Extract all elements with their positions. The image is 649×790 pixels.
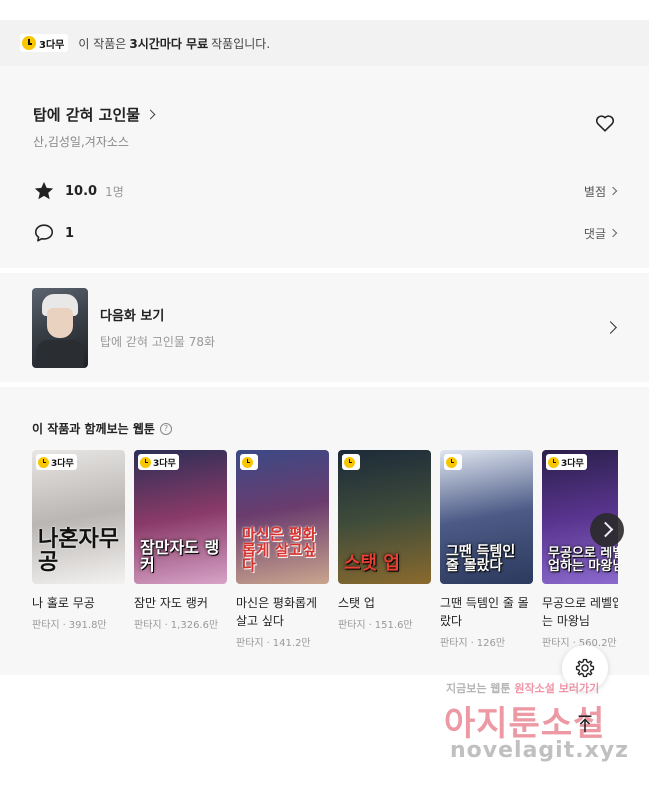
chevron-right-icon — [608, 186, 618, 196]
recommend-card[interactable]: 마신은 평화롭게 살고싶다 마신은 평화롭게 살고 싶다 판타지 · 141.2만 — [236, 450, 329, 649]
next-episode-label: 다음화 보기 — [100, 309, 165, 324]
recommend-title-text: 이 작품과 함께보는 웹툰 — [32, 422, 155, 436]
cover-logo-text: 스탯 업 — [344, 553, 400, 575]
recommend-cover: 3다무 잠만자도 랭커 — [134, 450, 227, 584]
settings-button[interactable] — [562, 645, 608, 691]
comment-link[interactable]: 댓글 — [583, 225, 618, 242]
clock-icon — [446, 456, 457, 468]
cover-logo-text: 잠만자도 랭커 — [140, 538, 220, 575]
star-icon — [34, 181, 54, 200]
recommend-card-meta: 판타지 · 391.8만 — [32, 620, 107, 631]
clock-icon — [344, 456, 355, 468]
clock-icon — [38, 456, 49, 468]
work-authors: 산,김성일,겨자소스 — [33, 135, 129, 149]
recommend-card[interactable]: 3다무 나혼자무공 나 홀로 무공 판타지 · 391.8만 — [32, 450, 125, 631]
carousel-next-button[interactable] — [590, 513, 624, 547]
recommend-carousel: 3다무 나혼자무공 나 홀로 무공 판타지 · 391.8만 3다무 잠만자도 랭커… — [32, 450, 618, 670]
recommend-cover: 마신은 평화롭게 살고싶다 — [236, 450, 329, 584]
cover-logo-text: 무공으로 레벨업하는 마왕님 — [548, 545, 618, 575]
clock-icon — [242, 456, 253, 468]
recommend-cover: 그땐 득템인 줄 몰랐다 — [440, 450, 533, 584]
recommend-card-title: 나 홀로 무공 — [32, 596, 95, 610]
chevron-right-icon — [145, 109, 156, 120]
heart-icon[interactable] — [594, 112, 616, 134]
wait-free-badge — [240, 454, 258, 470]
help-icon[interactable]: ? — [159, 422, 172, 435]
recommend-card-title: 마신은 평화롭게 살고 싶다 — [236, 596, 318, 628]
recommend-section: 이 작품과 함께보는 웹툰 ? 3다무 나혼자무공 나 홀로 무공 판타지 · 39… — [0, 387, 649, 675]
next-episode-row[interactable]: 다음화 보기 탑에 갇혀 고인물 78화 — [0, 273, 649, 382]
recommend-cover: 스탯 업 — [338, 450, 431, 584]
rating-count: 1명 — [105, 184, 124, 199]
notice-text-after: 작품입니다. — [211, 36, 271, 51]
rating-link[interactable]: 별점 — [583, 183, 618, 200]
notice-text-before: 이 작품은 — [78, 36, 127, 51]
recommend-card-meta: 판타지 · 151.6만 — [338, 620, 413, 631]
recommend-card-title: 그땐 득템인 줄 몰랐다 — [440, 596, 529, 628]
next-episode-subtitle: 탑에 갇혀 고인물 78화 — [100, 335, 216, 349]
work-title: 탑에 갇혀 고인물 — [33, 106, 141, 124]
recommend-title: 이 작품과 함께보는 웹툰 ? — [32, 420, 649, 437]
wait-free-badge — [444, 454, 462, 470]
rating-row: 10.0 1명 별점 — [33, 180, 618, 202]
recommend-card[interactable]: 3다무 무공으로 레벨업하는 마왕님 무공으로 레벨업하는 마왕님 판타지·56… — [542, 450, 618, 649]
wait-free-badge: 3다무 — [546, 454, 587, 470]
arrow-up-icon — [578, 715, 592, 733]
cover-logo-text: 마신은 평화롭게 살고싶다 — [242, 524, 317, 575]
wait-free-badge: 3다무 — [20, 34, 69, 52]
clock-icon — [140, 456, 151, 468]
recommend-card-title: 잠만 자도 랭커 — [134, 596, 208, 610]
recommend-card[interactable]: 스탯 업 스탯 업 판타지 · 151.6만 — [338, 450, 431, 631]
notice-text-bold: 3시간마다 무료 — [129, 36, 209, 51]
site-watermark: 지금보는 웹툰 원작소설 보러가기 아지툰소설 novelagit.xyz — [440, 680, 640, 780]
recommend-card-title: 스탯 업 — [338, 596, 375, 610]
rating-link-label: 별점 — [583, 184, 606, 199]
comment-link-label: 댓글 — [583, 226, 606, 241]
recommend-card-meta: 판타지 · 1,326.6만 — [134, 620, 219, 631]
top-spacer — [0, 0, 649, 20]
comment-count: 1 — [65, 225, 75, 241]
comment-row: 1 댓글 — [33, 222, 618, 244]
clock-icon — [22, 36, 36, 50]
recommend-card[interactable]: 그땐 득템인 줄 몰랐다 그땐 득템인 줄 몰랐다 판타지 · 126만 — [440, 450, 533, 649]
scroll-top-button[interactable] — [565, 704, 605, 744]
wait-free-badge: 3다무 — [138, 454, 179, 470]
wait-free-badge-label: 3다무 — [39, 39, 65, 51]
recommend-card-title: 무공으로 레벨업하는 마왕님 — [542, 596, 618, 628]
work-info-panel: 탑에 갇혀 고인물 산,김성일,겨자소스 10.0 1명 별점 1 댓글 — [0, 66, 649, 268]
wait-free-badge — [342, 454, 360, 470]
gear-icon — [575, 658, 595, 678]
clock-icon — [548, 456, 559, 468]
recommend-card[interactable]: 3다무 잠만자도 랭커 잠만 자도 랭커 판타지 · 1,326.6만 — [134, 450, 227, 631]
wait-free-badge: 3다무 — [36, 454, 77, 470]
recommend-card-meta: 판타지 · 141.2만 — [236, 638, 311, 649]
next-episode-thumbnail — [32, 287, 88, 368]
chevron-right-icon — [604, 321, 617, 334]
cover-logo-text: 나혼자무공 — [38, 526, 119, 575]
recommend-card-meta: 판타지 · 126만 — [440, 638, 506, 649]
work-title-link[interactable]: 탑에 갇혀 고인물 — [33, 104, 649, 125]
free-notice-bar: 3다무 이 작품은 3시간마다 무료 작품입니다. — [0, 20, 649, 66]
chevron-right-icon — [608, 228, 618, 238]
recommend-cover: 3다무 나혼자무공 — [32, 450, 125, 584]
rating-score: 10.0 — [65, 183, 98, 199]
cover-logo-text: 그땐 득템인 줄 몰랐다 — [446, 543, 516, 575]
comment-icon — [34, 224, 54, 242]
